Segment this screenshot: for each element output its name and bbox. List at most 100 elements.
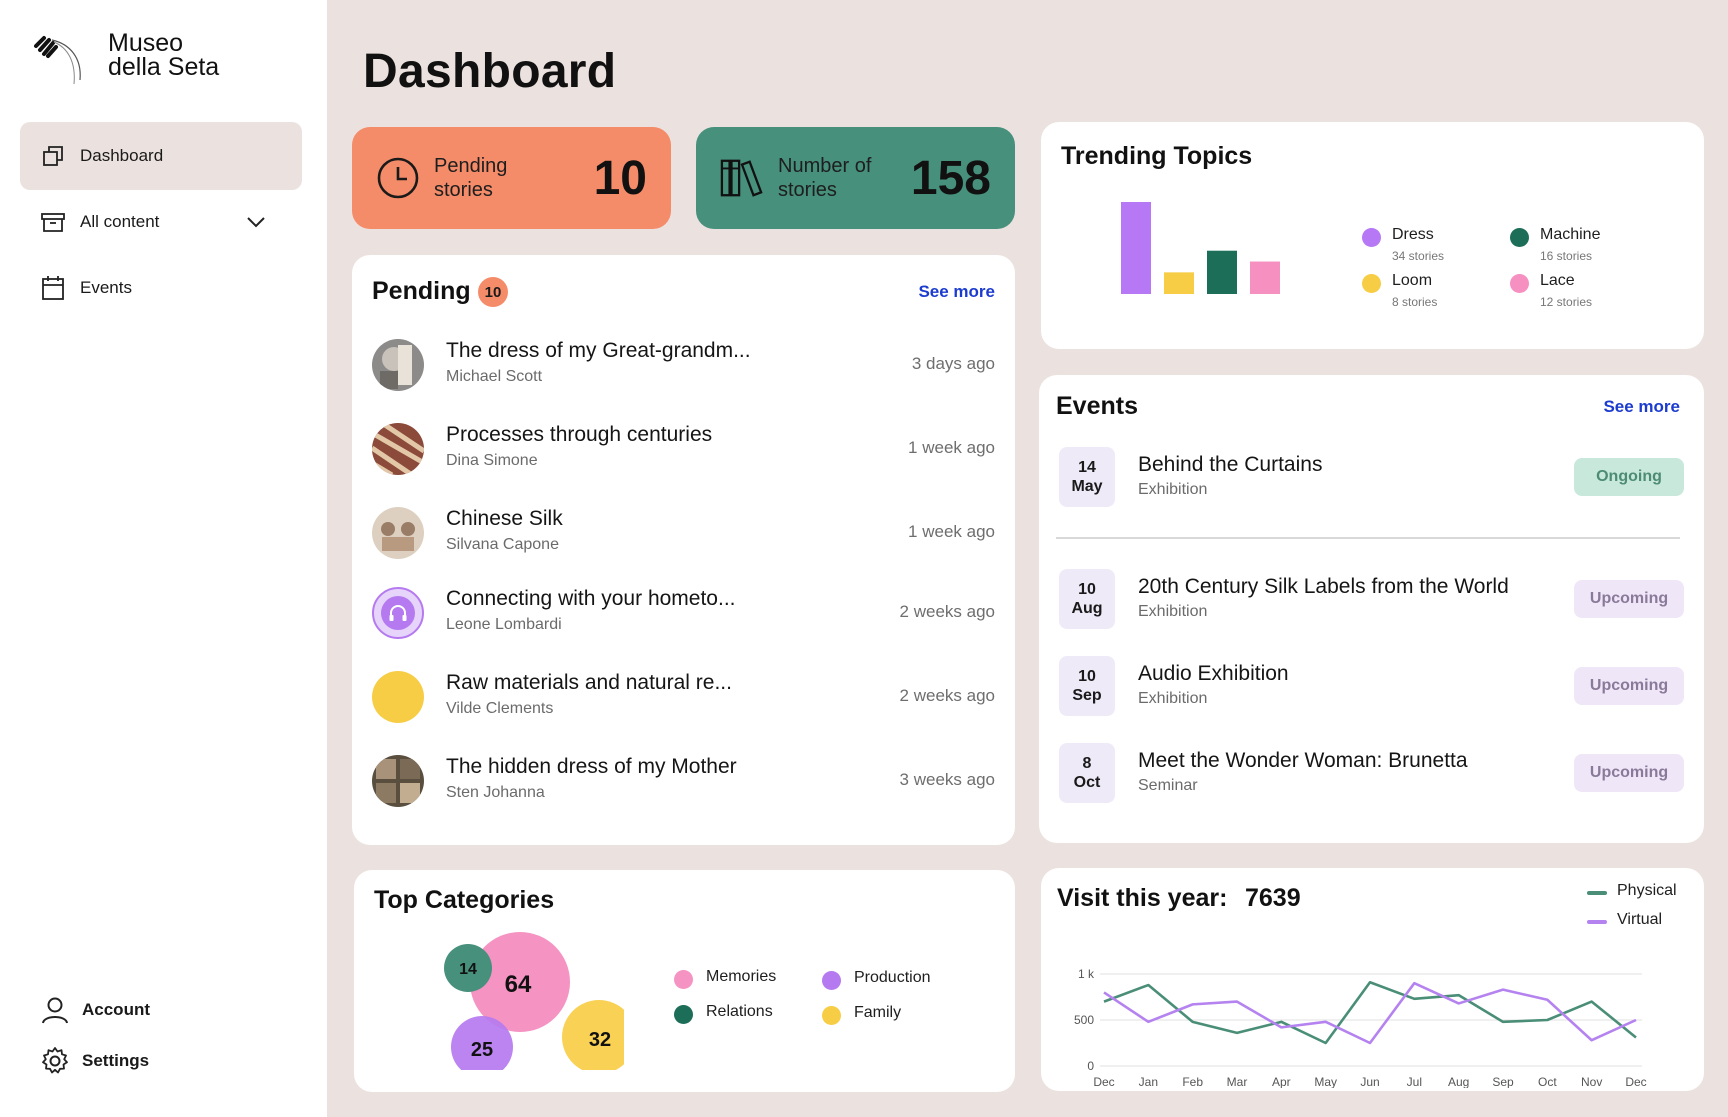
event-month: Oct [1073, 774, 1101, 791]
x-tick-label: Dec [1093, 1075, 1114, 1088]
bubble-label-relations: 14 [459, 961, 477, 978]
legend-count: 12 stories [1540, 295, 1593, 309]
x-tick-label: Jun [1360, 1075, 1379, 1088]
bar-loom [1164, 272, 1194, 294]
x-tick-label: Jan [1139, 1075, 1158, 1088]
visits-line-chart: 0 500 1 k Dec Jan Feb Mar Apr May Jun Jul Aug Sep Oct… [1074, 967, 1647, 1088]
event-title: Audio Exhibition [1138, 662, 1289, 685]
list-item[interactable]: Connecting with your hometo... Leone Lom… [372, 583, 995, 643]
event-item[interactable]: 8 Oct Meet the Wonder Woman: Brunetta Se… [1059, 743, 1684, 805]
page-title: Dashboard [363, 45, 617, 98]
sidebar-item-label: Account [82, 1000, 150, 1019]
x-tick-label: Feb [1182, 1075, 1203, 1088]
chevron-down-icon[interactable] [244, 210, 268, 234]
event-title: 20th Century Silk Labels from the World [1138, 575, 1509, 598]
list-item[interactable]: Processes through centuries Dina Simone … [372, 419, 995, 479]
event-item[interactable]: 10 Sep Audio Exhibition Exhibition Upcom… [1059, 656, 1684, 718]
x-tick-label: Apr [1272, 1075, 1291, 1088]
event-type: Exhibition [1138, 481, 1208, 498]
event-item[interactable]: 10 Aug 20th Century Silk Labels from the… [1059, 569, 1684, 631]
story-author: Vilde Clements [446, 700, 554, 717]
pending-card: Pending 10 See more The dress of my Grea… [352, 255, 1015, 845]
avatar [372, 339, 424, 391]
events-see-more-link[interactable]: See more [1603, 397, 1680, 417]
status-badge: Upcoming [1574, 754, 1684, 792]
sidebar-item-dashboard[interactable]: Dashboard [20, 122, 302, 190]
stat-label-line-2: stories [778, 179, 837, 201]
events-card: Events See more 14 May Behind the Curtai… [1039, 375, 1704, 843]
event-type: Seminar [1138, 777, 1198, 794]
bubble-label-family: 32 [589, 1029, 611, 1051]
legend-label: Physical [1617, 882, 1677, 899]
bubble-label-memories: 64 [505, 971, 532, 998]
event-item[interactable]: 14 May Behind the Curtains Exhibition On… [1059, 447, 1684, 509]
y-tick-label: 0 [1087, 1059, 1094, 1073]
event-month: Sep [1072, 687, 1102, 704]
story-title: Connecting with your hometo... [446, 587, 736, 610]
brand[interactable]: Museo della Seta [30, 28, 219, 88]
list-item[interactable]: Raw materials and natural re... Vilde Cl… [372, 667, 995, 727]
story-title: The dress of my Great-grandm... [446, 339, 751, 362]
story-author: Sten Johanna [446, 784, 545, 801]
stat-label: Number of stories [778, 154, 908, 202]
legend-label: Relations [706, 1003, 773, 1020]
x-tick-label: Mar [1227, 1075, 1248, 1088]
x-tick-label: Sep [1492, 1075, 1514, 1088]
visits-total: 7639 [1245, 884, 1301, 912]
stat-label-line-1: Pending [434, 155, 508, 177]
y-tick-label: 1 k [1078, 967, 1095, 981]
y-tick-label: 500 [1074, 1013, 1094, 1027]
top-categories-card: Top Categories 64 32 25 14 Memories Prod… [354, 870, 1015, 1092]
sidebar: Museo della Seta Dashboard All content E… [0, 0, 327, 1117]
legend-label: Family [854, 1004, 902, 1021]
list-item[interactable]: The hidden dress of my Mother Sten Johan… [372, 751, 995, 811]
brand-name: Museo della Seta [108, 31, 220, 81]
avatar [372, 671, 424, 723]
sidebar-item-settings[interactable]: Settings [40, 1046, 149, 1076]
legend-dot [1362, 274, 1381, 293]
pending-stories-card[interactable]: Pending stories 10 [352, 127, 671, 229]
story-time: 1 week ago [908, 438, 995, 457]
list-item[interactable]: Chinese Silk Silvana Capone 1 week ago [372, 503, 995, 563]
legend-dot [1510, 228, 1529, 247]
story-title: Raw materials and natural re... [446, 671, 732, 694]
story-time: 3 weeks ago [899, 770, 995, 789]
pending-count-badge: 10 [478, 277, 508, 307]
story-title: The hidden dress of my Mother [446, 755, 737, 778]
events-title: Events [1056, 392, 1138, 420]
sidebar-item-account[interactable]: Account [40, 995, 150, 1025]
pending-see-more-link[interactable]: See more [918, 282, 995, 302]
trending-topics-card: Trending Topics Dress 34 stories Machine… [1041, 122, 1704, 349]
sidebar-item-events[interactable]: Events [20, 254, 302, 322]
sidebar-item-label: Dashboard [80, 146, 164, 165]
gear-icon [42, 1047, 68, 1074]
event-date: 8 Oct [1059, 743, 1115, 803]
event-date: 14 May [1059, 447, 1115, 507]
story-time: 2 weeks ago [899, 686, 995, 705]
legend-dot [822, 971, 841, 990]
event-month: Aug [1071, 600, 1103, 617]
books-icon [720, 159, 763, 197]
legend-label: Loom [1392, 272, 1433, 289]
x-tick-label: Oct [1538, 1075, 1557, 1088]
status-badge: Upcoming [1574, 580, 1684, 618]
dashboard-icon [40, 143, 66, 169]
legend-dot [1362, 228, 1381, 247]
number-of-stories-card[interactable]: Number of stories 158 [696, 127, 1015, 229]
story-time: 3 days ago [911, 354, 995, 373]
list-item[interactable]: The dress of my Great-grandm... Michael … [372, 335, 995, 395]
event-type: Exhibition [1138, 690, 1208, 707]
sidebar-item-label: All content [80, 212, 160, 231]
avatar [372, 423, 424, 475]
legend-label: Machine [1540, 226, 1601, 243]
event-day: 8 [1082, 755, 1092, 772]
visits-title: Visit this year: [1057, 884, 1228, 912]
brand-line-2: della Seta [108, 53, 220, 81]
x-tick-label: Jul [1407, 1075, 1422, 1088]
legend-swatch [1587, 920, 1607, 924]
series-line-physical [1103, 980, 1637, 1045]
legend-dot [822, 1006, 841, 1025]
sidebar-item-all-content[interactable]: All content [20, 188, 302, 256]
event-title: Meet the Wonder Woman: Brunetta [1138, 749, 1468, 772]
trending-title: Trending Topics [1061, 142, 1253, 170]
